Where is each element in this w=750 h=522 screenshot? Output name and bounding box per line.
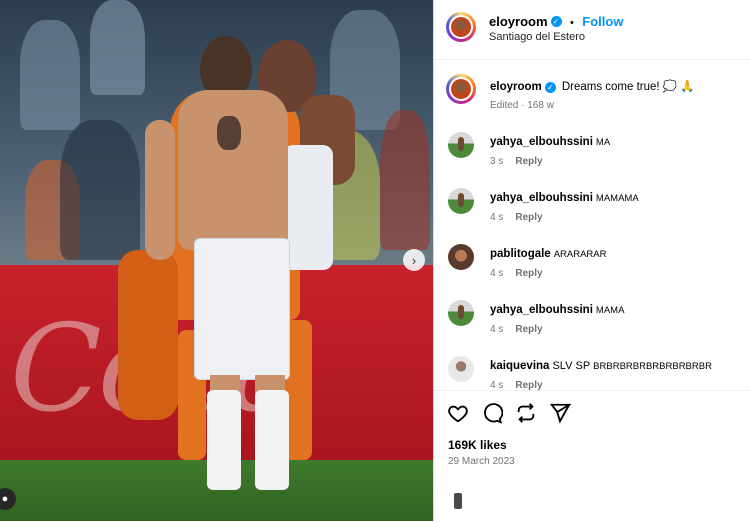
player-back [178,90,288,250]
comment-line: yahya_elbouhssini MA [490,136,610,148]
post-location[interactable]: Santiago del Estero [489,31,585,43]
white-shirt [283,145,333,270]
comment-icon[interactable] [481,402,503,424]
comment-line: pablitogale ARARARAR [490,248,607,260]
reply-button[interactable]: Reply [515,380,542,390]
comment-meta: 4 s Reply [490,324,543,335]
caption-age: 168 w [527,100,554,111]
post-side-panel: eloyroom ✓ • Follow Santiago del Estero e… [433,0,750,521]
comment-meta: 4 s Reply [490,212,543,223]
player-arm [145,120,175,260]
caption-avatar[interactable] [446,74,476,104]
heart-icon[interactable] [447,402,469,424]
caption: eloyroom ✓ Dreams come true! 💭 🙏 [490,79,695,93]
reply-button[interactable]: Reply [515,324,542,335]
comment-line: yahya_elbouhssini MAMA [490,304,624,316]
post-image[interactable]: Coca › ● [0,0,433,521]
verified-icon: ✓ [550,16,562,28]
comment-avatar[interactable] [448,300,474,326]
player-shorts [194,238,290,380]
comment-username[interactable]: kaiquevina [490,360,549,372]
post-header: eloyroom ✓ • Follow Santiago del Estero [434,0,750,60]
comment-time: 4 s [490,268,504,279]
comment-text: MAMAMA [595,193,639,204]
comment-line: kaiquevina SLV SP BRBRBRBRBRBRBRBRBR [490,360,712,372]
caption-meta: Edited · 168 w [490,100,554,111]
comment-time: 4 s [490,212,504,223]
reply-button[interactable]: Reply [515,212,542,223]
player-sock [207,390,241,490]
comment-time: 3 s [490,156,504,167]
comment-time: 4 s [490,380,504,390]
comment-text: MA [595,137,611,148]
comments-list[interactable]: eloyroom ✓ Dreams come true! 💭 🙏 Edited ·… [434,60,750,390]
comment-avatar[interactable] [448,244,474,270]
comment-username[interactable]: yahya_elbouhssini [490,192,593,204]
author-username[interactable]: eloyroom [489,14,548,29]
dot-separator: • [569,17,574,29]
reply-button[interactable]: Reply [515,156,542,167]
edited-label: Edited [490,100,519,111]
player-sock [255,390,289,490]
likes-count[interactable]: 169K likes [448,438,507,452]
caption-username[interactable]: eloyroom [490,81,542,93]
comment-meta: 4 s Reply [490,380,543,390]
share-icon[interactable] [549,402,571,424]
held-orange-shirt [118,250,178,420]
caption-text: Dreams come true! 💭 🙏 [561,81,695,93]
next-arrow-icon[interactable]: › [403,249,425,271]
follow-button[interactable]: Follow [582,14,623,29]
comment-time: 4 s [490,324,504,335]
comment-username[interactable]: yahya_elbouhssini [490,136,593,148]
comment-text: ARARARAR [553,249,607,260]
comment-meta: 3 s Reply [490,156,543,167]
comment-avatar[interactable] [448,188,474,214]
comment-meta: 4 s Reply [490,268,543,279]
author-avatar[interactable] [446,12,476,42]
comment-username[interactable]: pablitogale [490,248,551,260]
comment-avatar[interactable] [448,356,474,382]
repost-icon[interactable] [515,402,537,424]
comment-avatar[interactable] [448,132,474,158]
mobile-icon [454,493,462,509]
post-date: 29 March 2023 [448,456,515,467]
post-actions: 169K likes 29 March 2023 [434,390,750,522]
comment-text: SLV SP [552,360,591,372]
comment-text-extra: BRBRBRBRBRBRBRBRBR [593,361,712,372]
reply-button[interactable]: Reply [515,268,542,279]
verified-icon: ✓ [544,81,556,93]
comment-text: MAMA [595,305,625,316]
comment-username[interactable]: yahya_elbouhssini [490,304,593,316]
comment-line: yahya_elbouhssini MAMAMA [490,192,639,204]
back-tattoo [217,116,241,150]
